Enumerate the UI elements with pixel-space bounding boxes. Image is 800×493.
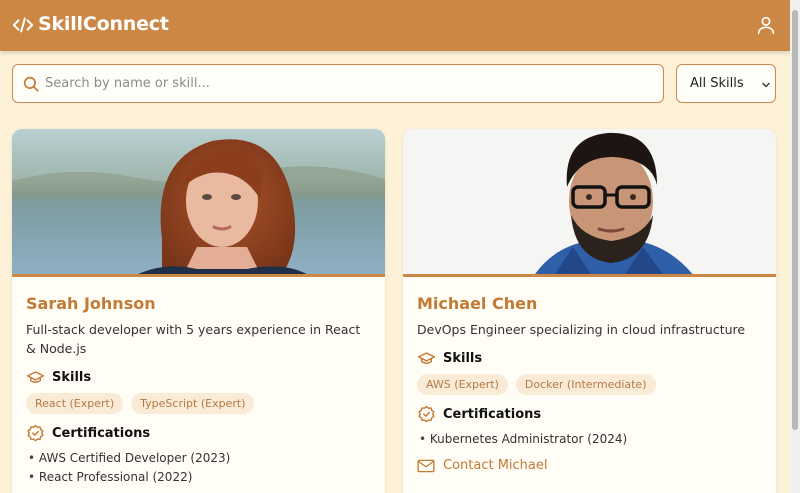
graduation-cap-icon	[417, 351, 436, 364]
certifications-heading: Certifications	[26, 423, 371, 443]
code-icon	[12, 17, 34, 33]
skill-tag[interactable]: React (Expert)	[26, 393, 124, 414]
skills-heading: Skills	[26, 367, 371, 387]
certification-item: React Professional (2022)	[26, 468, 371, 487]
profile-name[interactable]: Michael Chen	[417, 293, 762, 315]
user-icon[interactable]	[755, 14, 777, 36]
profile-bio: Full-stack developer with 5 years experi…	[26, 322, 361, 356]
search-input[interactable]	[45, 68, 645, 99]
page-scrollbar[interactable]	[790, 0, 800, 493]
skill-filter-select[interactable]: All Skills	[676, 64, 776, 103]
chevron-down-icon	[762, 82, 770, 88]
profile-photo	[403, 129, 776, 277]
profile-bio: DevOps Engineer specializing in cloud in…	[417, 322, 746, 337]
graduation-cap-icon	[26, 370, 45, 383]
skill-tags: AWS (Expert) Docker (Intermediate)	[417, 374, 762, 395]
search-icon	[23, 76, 39, 92]
mail-icon	[417, 459, 435, 472]
certificate-badge-icon	[418, 405, 435, 422]
app-title[interactable]: SkillConnect	[38, 13, 169, 35]
skill-tag[interactable]: Docker (Intermediate)	[515, 374, 656, 395]
certification-item: AWS Certified Developer (2023)	[26, 449, 371, 468]
certification-list: AWS Certified Developer (2023) React Pro…	[26, 449, 371, 487]
certificate-badge-icon	[27, 424, 44, 441]
certification-list: Kubernetes Administrator (2024)	[417, 430, 762, 449]
certification-item: Kubernetes Administrator (2024)	[417, 430, 762, 449]
skills-heading: Skills	[417, 348, 762, 368]
profile-photo-image	[12, 129, 385, 274]
app-header: SkillConnect	[0, 0, 790, 51]
skill-filter-value: All Skills	[690, 76, 744, 91]
scrollbar-thumb[interactable]	[792, 10, 798, 430]
profile-photo-image	[403, 129, 776, 274]
profile-card-michael[interactable]: Michael Chen DevOps Engineer specializin…	[403, 129, 776, 493]
skill-tags: React (Expert) TypeScript (Expert)	[26, 393, 371, 414]
contact-michael-link[interactable]: Contact Michael	[417, 458, 762, 473]
skill-tag[interactable]: TypeScript (Expert)	[131, 393, 255, 414]
profile-name[interactable]: Sarah Johnson	[26, 293, 371, 315]
search-box[interactable]	[12, 64, 664, 103]
card-body: Michael Chen DevOps Engineer specializin…	[417, 293, 762, 473]
card-body: Sarah Johnson Full-stack developer with …	[26, 293, 371, 487]
skill-tag[interactable]: AWS (Expert)	[417, 374, 508, 395]
profile-photo	[12, 129, 385, 277]
profile-card-sarah[interactable]: Sarah Johnson Full-stack developer with …	[12, 129, 385, 493]
certifications-heading: Certifications	[417, 404, 762, 424]
